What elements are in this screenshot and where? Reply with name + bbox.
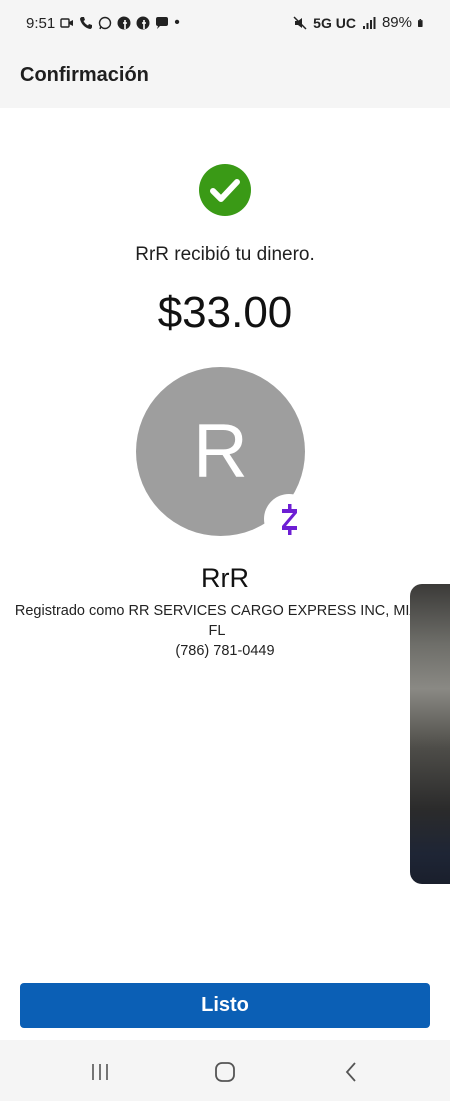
network-type: 5G UC — [313, 14, 356, 31]
facebook-icon — [117, 16, 131, 30]
phone-icon — [80, 17, 93, 29]
confirmation-message: RrR recibió tu dinero. — [135, 244, 315, 265]
video-call-icon — [60, 18, 74, 28]
done-button[interactable]: Listo — [20, 983, 430, 1028]
facebook-icon — [136, 16, 150, 30]
status-bar: 9:51 • 5G UC 89% — [0, 0, 450, 46]
app-header: Confirmación — [0, 46, 450, 108]
payment-amount: $33.00 — [157, 288, 293, 337]
battery-icon — [418, 18, 423, 27]
back-icon[interactable] — [340, 1060, 364, 1084]
more-notifications-dot-icon: • — [174, 14, 180, 31]
home-icon[interactable] — [213, 1060, 237, 1084]
whatsapp-icon — [99, 16, 112, 30]
mute-icon — [293, 15, 307, 30]
system-nav-bar — [0, 1040, 450, 1101]
signal-icon — [362, 16, 376, 29]
avatar-initial: R — [193, 409, 248, 494]
recent-apps-icon[interactable] — [88, 1060, 112, 1084]
zelle-logo-icon — [264, 494, 314, 544]
battery-percent: 89% — [381, 14, 412, 31]
recipient-phone: (786) 781-0449 — [175, 643, 275, 659]
page-title: Confirmación — [20, 64, 149, 86]
floating-preview-thumbnail[interactable] — [410, 584, 450, 884]
success-checkmark-icon — [199, 164, 251, 216]
chat-icon — [156, 17, 169, 29]
recipient-registered-name: Registrado como RR SERVICES CARGO EXPRES… — [14, 603, 420, 639]
recipient-name: RrR — [201, 563, 249, 593]
status-time: 9:51 — [26, 14, 56, 32]
